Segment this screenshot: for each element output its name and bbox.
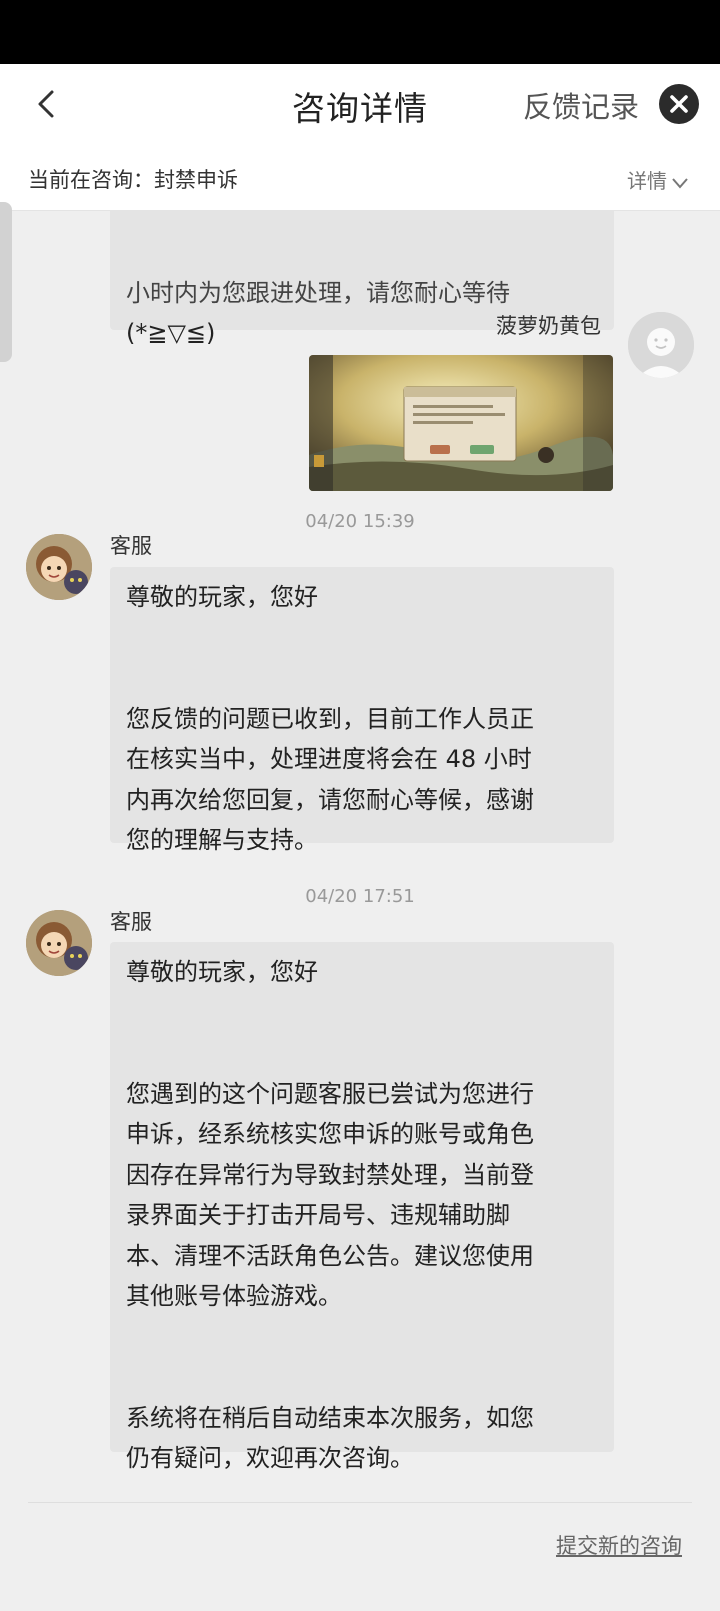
agent-message-bubble: 尊敬的玩家，您好 您遇到的这个问题客服已尝试为您进行 申诉，经系统核实您申诉的账… [110, 942, 614, 1472]
default-avatar-icon [628, 312, 694, 378]
agent-message-bubble: 尊敬的玩家，您好 您反馈的问题已收到，目前工作人员正 在核实当中，处理进度将会在… [110, 567, 614, 854]
feedback-record-link[interactable]: 反馈记录 [523, 84, 639, 126]
current-topic-bar: 当前在咨询：封禁申诉 详情 [0, 146, 720, 210]
agent-name: 客服 [110, 534, 152, 558]
submit-new-consult-link[interactable]: 提交新的咨询 [556, 1530, 682, 1560]
agent-name: 客服 [110, 910, 152, 934]
message-timestamp: 04/20 17:51 [305, 886, 415, 907]
user-name: 菠萝奶黄包 [496, 314, 601, 338]
divider [28, 1502, 692, 1503]
message-emoticon: (*≧▽≦) [126, 319, 216, 347]
chevron-down-icon [672, 177, 688, 189]
agent-avatar[interactable] [26, 534, 92, 600]
header-bar: 咨询详情 反馈记录 [0, 64, 720, 146]
agent-avatar[interactable] [26, 910, 92, 976]
topic-detail-label: 详情 [627, 169, 667, 193]
close-button[interactable] [659, 84, 699, 124]
status-bar [0, 0, 720, 64]
image-message[interactable] [309, 355, 613, 491]
message-text-cut: 小时内为您跟进处理，请您耐心等待 [126, 279, 510, 307]
chat-area[interactable]: 小时内为您跟进处理，请您耐心等待 (*≧▽≦) 菠萝奶黄包 04/20 15:3… [0, 146, 720, 1611]
topic-detail-button[interactable]: 详情 [627, 165, 689, 194]
current-topic-label: 当前在咨询：封禁申诉 [28, 168, 238, 192]
user-avatar[interactable] [628, 312, 694, 378]
game-screenshot-image [309, 355, 613, 491]
message-timestamp: 04/20 15:39 [305, 511, 415, 532]
agent-avatar-icon [26, 910, 92, 976]
agent-avatar-icon [26, 534, 92, 600]
scrollbar-thumb[interactable] [0, 202, 12, 362]
close-icon [670, 95, 688, 113]
